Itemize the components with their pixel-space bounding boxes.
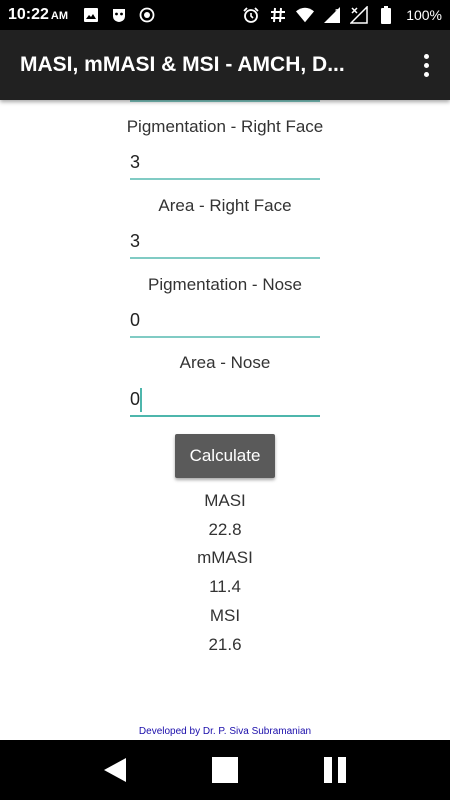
calculate-button[interactable]: Calculate [175,434,275,478]
status-bar: 10:22 AM R 100% [0,0,450,30]
label-area-right-face: Area - Right Face [158,196,292,215]
battery-icon [377,6,395,24]
svg-text:R: R [335,8,340,16]
main-content: Pigmentation - Right Face Area - Right F… [0,100,450,740]
masi-value: 22.8 [208,520,242,539]
app-title: MASI, mMASI & MSI - AMCH, D... [20,53,345,76]
record-icon [138,6,156,24]
area-nose-input[interactable] [130,383,320,417]
label-pigmentation-nose: Pigmentation - Nose [147,275,303,294]
label-area-nose: Area - Nose [179,353,271,372]
alarm-icon [242,6,260,24]
image-icon [82,6,100,24]
developer-credit: Developed by Dr. P. Siva Subramanian [138,726,312,737]
pigmentation-nose-input[interactable] [130,304,320,338]
mmasi-value: 11.4 [209,577,241,596]
home-icon[interactable] [200,745,250,795]
pause-icon[interactable] [310,745,360,795]
app-bar: MASI, mMASI & MSI - AMCH, D... [0,30,450,100]
msi-label: MSI [209,606,241,625]
battery-percentage: 100% [406,7,442,23]
shield-icon [110,6,128,24]
text-caret [140,388,142,412]
signal-r-icon: R [323,6,341,24]
back-icon[interactable] [90,745,140,795]
navigation-bar [0,740,450,800]
hash-icon [269,6,287,24]
masi-label: MASI [204,491,246,510]
signal-x-icon [350,6,368,24]
previous-field-underline [130,100,320,102]
status-time: 10:22 AM [8,6,69,23]
pigmentation-right-face-input[interactable] [130,146,320,180]
overflow-menu-icon[interactable] [416,50,436,80]
label-pigmentation-right-face: Pigmentation - Right Face [126,117,324,136]
mmasi-label: mMASI [197,548,253,567]
msi-value: 21.6 [208,635,242,654]
wifi-icon [296,6,315,24]
area-right-face-input[interactable] [130,225,320,259]
